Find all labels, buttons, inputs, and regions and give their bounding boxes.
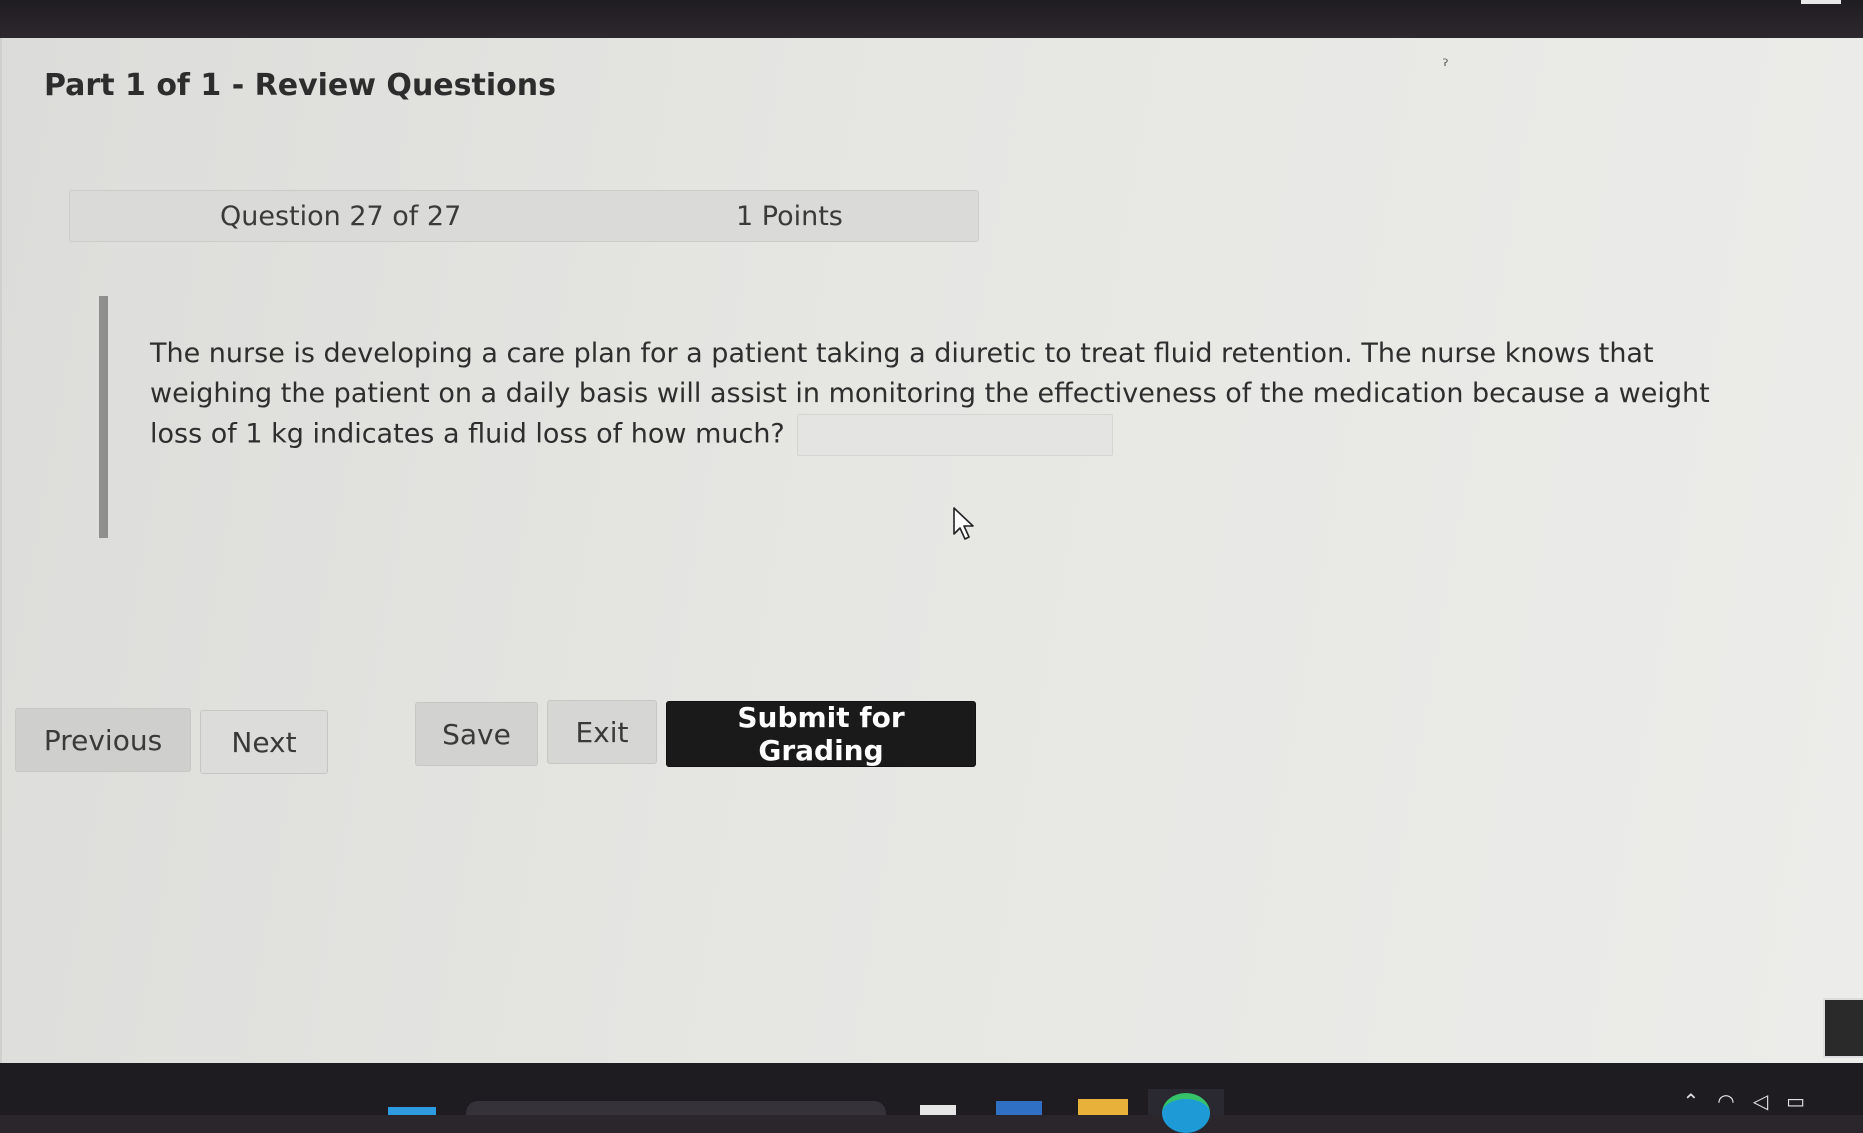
file-explorer-icon[interactable] <box>1078 1099 1128 1115</box>
question-header: Question 27 of 27 1 Points <box>69 190 979 242</box>
tray-chevron-icon[interactable]: ⌃ <box>1682 1089 1717 1113</box>
taskbar: ⌃◠◁▭ <box>0 1063 1863 1133</box>
question-text: The nurse is developing a care plan for … <box>150 334 1770 456</box>
previous-button[interactable]: Previous <box>15 708 191 772</box>
battery-icon[interactable]: ▭ <box>1786 1089 1823 1113</box>
question-body: The nurse is developing a care plan for … <box>99 296 1768 538</box>
taskbar-store-icon[interactable] <box>996 1101 1042 1115</box>
save-button[interactable]: Save <box>415 702 538 766</box>
volume-icon[interactable]: ◁ <box>1753 1089 1786 1113</box>
top-edge-indicator <box>1801 0 1841 4</box>
stray-mark: ˀ <box>1442 56 1449 77</box>
exit-button[interactable]: Exit <box>547 700 657 764</box>
page-title: Part 1 of 1 - Review Questions <box>44 68 556 103</box>
submit-for-grading-button[interactable]: Submit for Grading <box>666 701 976 767</box>
monitor-top-bezel <box>0 0 1863 38</box>
side-widget-icon[interactable] <box>1823 998 1863 1058</box>
next-button[interactable]: Next <box>200 710 328 774</box>
answer-input[interactable] <box>796 414 1113 456</box>
taskbar-app-icon[interactable] <box>920 1105 956 1115</box>
quiz-screen: Part 1 of 1 - Review Questions ˀ Questio… <box>0 38 1863 1063</box>
mouse-pointer-icon <box>953 507 974 540</box>
taskbar-search-box[interactable] <box>466 1101 886 1115</box>
edge-browser-icon[interactable] <box>1162 1093 1210 1133</box>
windows-start-icon[interactable] <box>388 1107 436 1115</box>
question-number: Question 27 of 27 <box>220 201 462 232</box>
question-points: 1 Points <box>736 201 843 232</box>
wifi-icon[interactable]: ◠ <box>1717 1089 1752 1113</box>
system-tray[interactable]: ⌃◠◁▭ <box>1682 1089 1823 1113</box>
